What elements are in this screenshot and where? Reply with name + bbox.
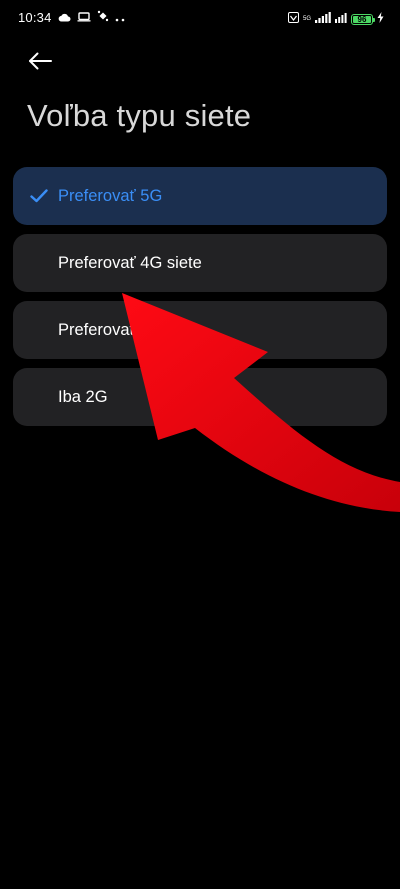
back-button[interactable] — [22, 48, 58, 78]
network-type-label: 5G — [303, 16, 311, 22]
network-type-options: Preferovať 5G Preferovať 4G siete Prefer… — [13, 167, 387, 435]
page-title: Voľba typu siete — [27, 98, 252, 133]
status-bar: 10:34 5G 96 — [0, 0, 400, 36]
battery-icon: 96 — [351, 13, 375, 25]
status-right: 5G 96 — [287, 10, 384, 28]
option-prefer-3g[interactable]: Preferovať 3G — [13, 301, 387, 359]
status-left: 10:34 — [18, 10, 125, 25]
signal-icon — [315, 10, 331, 28]
charging-icon — [377, 10, 384, 28]
option-label: Preferovať 3G — [58, 320, 163, 339]
signal-secondary-icon — [335, 10, 347, 28]
vowifi-icon — [287, 10, 299, 28]
laptop-icon — [77, 10, 91, 25]
option-prefer-5g[interactable]: Preferovať 5G — [13, 167, 387, 225]
more-dots-icon — [115, 10, 125, 25]
option-label: Preferovať 5G — [58, 186, 163, 205]
arrow-left-icon — [28, 52, 52, 75]
status-time: 10:34 — [18, 10, 52, 25]
option-only-2g[interactable]: Iba 2G — [13, 368, 387, 426]
option-label: Iba 2G — [58, 387, 108, 406]
checkmark-icon — [30, 187, 48, 205]
option-label: Preferovať 4G siete — [58, 253, 202, 272]
option-prefer-4g[interactable]: Preferovať 4G siete — [13, 234, 387, 292]
cloud-icon — [58, 10, 71, 25]
battery-level: 96 — [353, 15, 371, 23]
network-type-text: 5G — [302, 16, 311, 22]
satellite-icon — [97, 10, 109, 25]
